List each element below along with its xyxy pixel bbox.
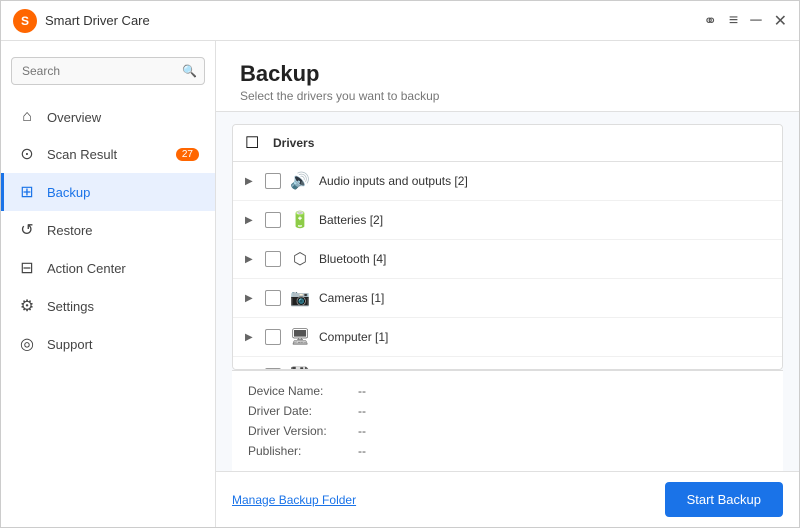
detail-row-device-name: Device Name: --	[248, 381, 767, 401]
detail-row-driver-date: Driver Date: --	[248, 401, 767, 421]
settings-icon: ⚙	[17, 296, 37, 316]
row-checkbox-4[interactable]	[265, 329, 281, 345]
sidebar-label-overview: Overview	[47, 110, 101, 125]
table-row[interactable]: ▶ ⬡ Bluetooth [4]	[233, 240, 782, 279]
publisher-label: Publisher:	[248, 444, 358, 458]
expand-icon: ▶	[245, 254, 257, 265]
search-box: 🔍	[11, 57, 205, 85]
app-logo: S	[13, 9, 37, 33]
content-area: Backup Select the drivers you want to ba…	[216, 41, 799, 527]
scan-result-badge: 27	[176, 148, 199, 161]
restore-icon: ↺	[17, 220, 37, 240]
driver-date-label: Driver Date:	[248, 404, 358, 418]
support-icon: ◎	[17, 334, 37, 354]
row-checkbox-2[interactable]	[265, 251, 281, 267]
sidebar-label-support: Support	[47, 337, 93, 352]
search-input[interactable]	[11, 57, 205, 85]
audio-icon: 🔊	[289, 171, 311, 191]
manage-backup-folder-link[interactable]: Manage Backup Folder	[232, 493, 356, 507]
sidebar-label-restore: Restore	[47, 223, 93, 238]
app-window: S Smart Driver Care ⚭ ≡ ─ ✕ 🔍 ⌂ Overview…	[0, 0, 800, 528]
drivers-table: ☐ Drivers ▶ 🔊 Audio inputs and outputs […	[232, 124, 783, 370]
driver-version-value: --	[358, 424, 366, 438]
sidebar-item-overview[interactable]: ⌂ Overview	[1, 99, 215, 135]
sidebar-item-action-center[interactable]: ⊟ Action Center	[1, 249, 215, 287]
sidebar-item-support[interactable]: ◎ Support	[1, 325, 215, 363]
driver-version-label: Driver Version:	[248, 424, 358, 438]
header-checkbox[interactable]: ☐	[245, 133, 263, 153]
sidebar-item-restore[interactable]: ↺ Restore	[1, 211, 215, 249]
table-row[interactable]: ▶ 🔋 Batteries [2]	[233, 201, 782, 240]
row-checkbox-1[interactable]	[265, 212, 281, 228]
overview-icon: ⌂	[17, 108, 37, 126]
expand-icon: ▶	[245, 176, 257, 187]
page-subtitle: Select the drivers you want to backup	[240, 89, 775, 103]
menu-icon[interactable]: ≡	[729, 12, 738, 30]
driver-label-2: Bluetooth [4]	[319, 252, 770, 266]
table-row[interactable]: ▶ 🖥 Computer [1]	[233, 318, 782, 357]
close-button[interactable]: ✕	[774, 11, 787, 31]
window-controls: ⚭ ≡ ─ ✕	[704, 11, 788, 31]
drivers-column-header: Drivers	[273, 136, 314, 150]
details-panel: Device Name: -- Driver Date: -- Driver V…	[232, 370, 783, 471]
driver-label-0: Audio inputs and outputs [2]	[319, 174, 770, 188]
sidebar: 🔍 ⌂ Overview ⊙ Scan Result 27 ⊞ Backup ↺…	[1, 41, 216, 527]
driver-label-4: Computer [1]	[319, 330, 770, 344]
page-title: Backup	[240, 61, 775, 87]
bluetooth-icon: ⬡	[289, 249, 311, 269]
user-icon[interactable]: ⚭	[704, 11, 717, 31]
expand-icon: ▶	[245, 293, 257, 304]
minimize-button[interactable]: ─	[750, 12, 761, 30]
driver-label-3: Cameras [1]	[319, 291, 770, 305]
detail-row-publisher: Publisher: --	[248, 441, 767, 461]
backup-area: ☐ Drivers ▶ 🔊 Audio inputs and outputs […	[216, 112, 799, 527]
device-name-label: Device Name:	[248, 384, 358, 398]
sidebar-item-settings[interactable]: ⚙ Settings	[1, 287, 215, 325]
search-icon: 🔍	[182, 64, 197, 78]
main-layout: 🔍 ⌂ Overview ⊙ Scan Result 27 ⊞ Backup ↺…	[1, 41, 799, 527]
title-bar: S Smart Driver Care ⚭ ≡ ─ ✕	[1, 1, 799, 41]
publisher-value: --	[358, 444, 366, 458]
expand-icon: ▶	[245, 332, 257, 343]
app-title: Smart Driver Care	[45, 13, 704, 28]
sidebar-label-action-center: Action Center	[47, 261, 126, 276]
computer-icon: 🖥	[289, 327, 311, 347]
sidebar-label-settings: Settings	[47, 299, 94, 314]
detail-row-driver-version: Driver Version: --	[248, 421, 767, 441]
table-row[interactable]: ▶ 💾 Disk drives [1]	[233, 357, 782, 370]
table-row[interactable]: ▶ 📷 Cameras [1]	[233, 279, 782, 318]
row-checkbox-0[interactable]	[265, 173, 281, 189]
driver-label-1: Batteries [2]	[319, 213, 770, 227]
content-header: Backup Select the drivers you want to ba…	[216, 41, 799, 112]
sidebar-item-backup[interactable]: ⊞ Backup	[1, 173, 215, 211]
expand-icon: ▶	[245, 215, 257, 226]
start-backup-button[interactable]: Start Backup	[665, 482, 783, 517]
device-name-value: --	[358, 384, 366, 398]
table-header: ☐ Drivers	[233, 125, 782, 162]
sidebar-label-backup: Backup	[47, 185, 90, 200]
sidebar-label-scan-result: Scan Result	[47, 147, 117, 162]
cameras-icon: 📷	[289, 288, 311, 308]
backup-icon: ⊞	[17, 182, 37, 202]
bottom-bar: Manage Backup Folder Start Backup	[216, 471, 799, 527]
action-center-icon: ⊟	[17, 258, 37, 278]
table-row[interactable]: ▶ 🔊 Audio inputs and outputs [2]	[233, 162, 782, 201]
driver-date-value: --	[358, 404, 366, 418]
sidebar-item-scan-result[interactable]: ⊙ Scan Result 27	[1, 135, 215, 173]
row-checkbox-3[interactable]	[265, 290, 281, 306]
scan-result-icon: ⊙	[17, 144, 37, 164]
batteries-icon: 🔋	[289, 210, 311, 230]
